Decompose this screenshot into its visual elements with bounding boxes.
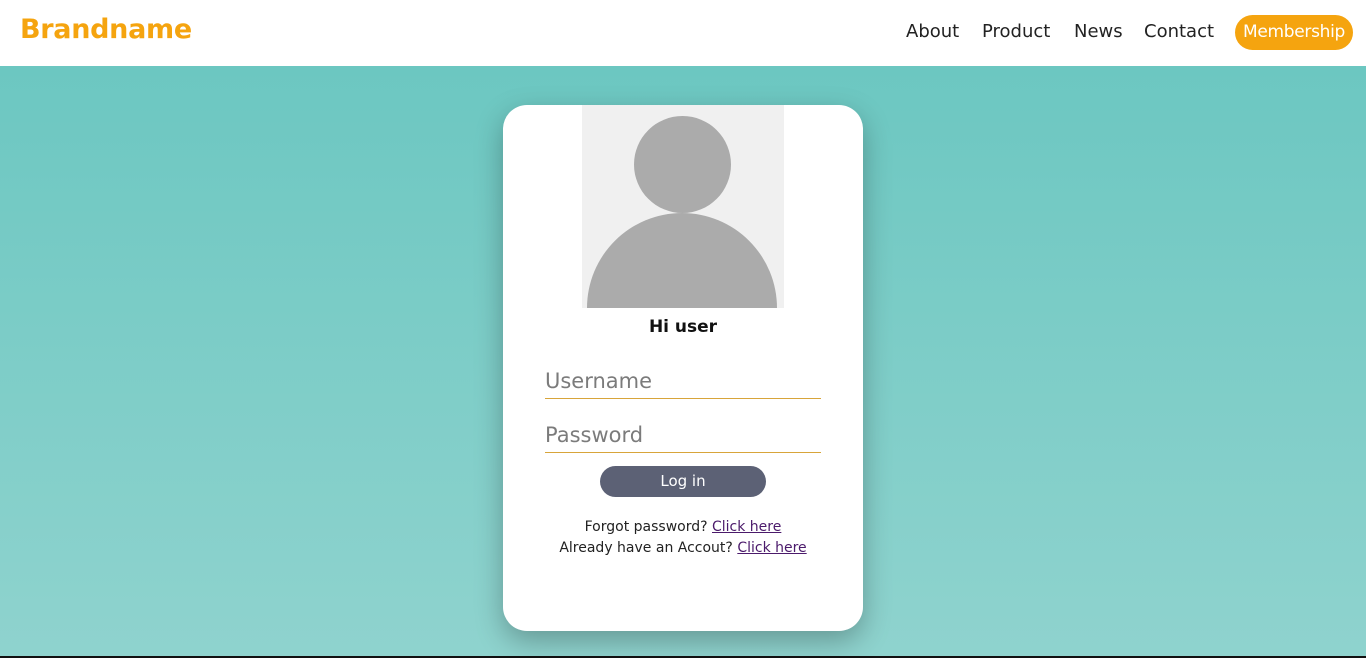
forgot-password-text: Forgot password? (584, 519, 708, 535)
membership-button[interactable]: Membership (1235, 15, 1353, 50)
avatar-body (587, 213, 777, 308)
brand-logo[interactable]: Brandname (20, 14, 192, 45)
top-navbar: Brandname About Product News Contact Mem… (0, 0, 1366, 66)
avatar-head (634, 116, 731, 213)
password-input[interactable] (545, 420, 821, 453)
login-card: Hi user Log in Forgot password? Click he… (503, 105, 863, 631)
account-row: Already have an Accout? Click here (503, 540, 863, 556)
nav-about[interactable]: About (906, 21, 959, 42)
forgot-password-link[interactable]: Click here (712, 519, 781, 535)
greeting-text: Hi user (648, 317, 718, 337)
login-button[interactable]: Log in (600, 466, 766, 497)
nav-contact[interactable]: Contact (1144, 21, 1214, 42)
nav-product[interactable]: Product (982, 21, 1050, 42)
user-silhouette-icon (582, 105, 784, 308)
forgot-password-row: Forgot password? Click here (503, 519, 863, 535)
nav-news[interactable]: News (1074, 21, 1123, 42)
username-input[interactable] (545, 366, 821, 399)
account-link[interactable]: Click here (737, 540, 806, 556)
account-text: Already have an Accout? (559, 540, 733, 556)
